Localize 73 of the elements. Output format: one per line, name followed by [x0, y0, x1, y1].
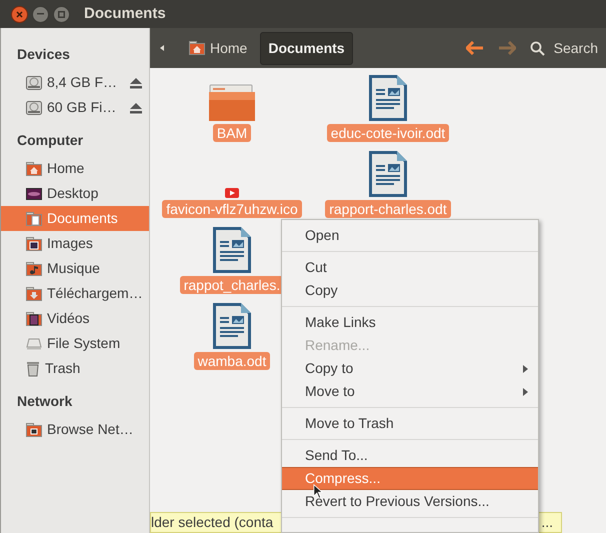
- sidebar-item[interactable]: 60 GB Fi…: [1, 95, 149, 120]
- folder-icon: [209, 84, 255, 122]
- eject-icon[interactable]: [129, 102, 143, 114]
- sidebar-item[interactable]: Trash: [1, 356, 149, 381]
- video-play-icon: [225, 188, 239, 198]
- status-text: ...: [541, 513, 553, 532]
- sidebar-item[interactable]: File System: [1, 331, 149, 356]
- menu-item[interactable]: Open: [282, 224, 538, 247]
- sidebar-item[interactable]: Images: [1, 231, 149, 256]
- sidebar-item[interactable]: Home: [1, 156, 149, 181]
- desktop-icon: [26, 188, 42, 200]
- sidebar-label: Documents: [47, 209, 119, 228]
- sidebar-label: Vidéos: [47, 309, 91, 328]
- window-title: Documents: [84, 4, 166, 24]
- documents-folder-icon: [26, 212, 42, 226]
- menu-item[interactable]: Move to: [282, 380, 538, 403]
- minimize-button[interactable]: [32, 6, 49, 22]
- minimize-icon: [37, 13, 44, 15]
- menu-item[interactable]: Send To...: [282, 444, 538, 467]
- eject-icon[interactable]: [129, 76, 143, 88]
- search-button[interactable]: Search: [530, 38, 598, 58]
- back-arrow-icon[interactable]: [466, 41, 484, 55]
- document-icon: [212, 226, 252, 274]
- downloads-folder-icon: [26, 286, 42, 300]
- close-icon: [16, 10, 23, 18]
- sidebar-item[interactable]: Téléchargem…: [1, 281, 149, 306]
- sidebar-label: Trash: [45, 359, 82, 378]
- drive-icon: [26, 100, 42, 114]
- menu-item[interactable]: Move to Trash: [282, 412, 538, 435]
- breadcrumb[interactable]: Home: [182, 32, 254, 64]
- breadcrumb[interactable]: Documents: [260, 32, 353, 64]
- sidebar-label: Browse Net…: [47, 420, 134, 439]
- music-folder-icon: [26, 262, 42, 276]
- sidebar-label: Téléchargem…: [47, 284, 143, 303]
- videos-folder-icon: [26, 312, 42, 326]
- menu-item[interactable]: Revert to Previous Versions...: [282, 490, 538, 513]
- close-button[interactable]: [11, 6, 28, 22]
- maximize-icon: [58, 10, 65, 18]
- submenu-arrow-icon: [523, 364, 528, 372]
- document-icon: [212, 302, 252, 350]
- sidebar-heading: Devices: [16, 45, 71, 64]
- home-folder-icon: [189, 41, 205, 55]
- network-folder-icon: [26, 422, 42, 436]
- sidebar-label: File System: [47, 334, 122, 353]
- menu-item[interactable]: Make Links: [282, 311, 538, 334]
- drive-icon: [26, 76, 42, 90]
- trash-icon: [26, 360, 40, 376]
- drive-icon: [26, 338, 42, 350]
- document-icon: [368, 74, 408, 122]
- sidebar-label: Home: [47, 159, 86, 178]
- sidebar-heading: Network: [16, 392, 74, 411]
- sidebar-label: 8,4 GB F…: [47, 73, 118, 92]
- home-folder-icon: [26, 162, 42, 176]
- scroll-left-icon[interactable]: [160, 45, 164, 51]
- menu-item[interactable]: Copy to: [282, 357, 538, 380]
- sidebar-heading: Computer: [16, 131, 84, 150]
- pictures-folder-icon: [26, 236, 42, 250]
- menu-item[interactable]: Cut: [282, 256, 538, 279]
- sidebar-label: Desktop: [47, 184, 100, 203]
- submenu-arrow-icon: [523, 388, 528, 396]
- sidebar-item[interactable]: Browse Net…: [1, 417, 149, 442]
- sidebar-item[interactable]: Musique: [1, 256, 149, 281]
- status-text: lder selected (conta: [151, 513, 274, 532]
- sidebar-item[interactable]: 8,4 GB F…: [1, 70, 149, 95]
- search-icon: [530, 40, 545, 56]
- sidebar-label: Images: [47, 234, 94, 253]
- sidebar-label: Musique: [47, 259, 101, 278]
- document-icon: [368, 150, 408, 198]
- maximize-button[interactable]: [53, 6, 70, 22]
- sidebar-label: 60 GB Fi…: [47, 98, 118, 117]
- menu-item[interactable]: Copy: [282, 279, 538, 302]
- sidebar-item[interactable]: Vidéos: [1, 306, 149, 331]
- sidebar-item[interactable]: Desktop: [1, 181, 149, 206]
